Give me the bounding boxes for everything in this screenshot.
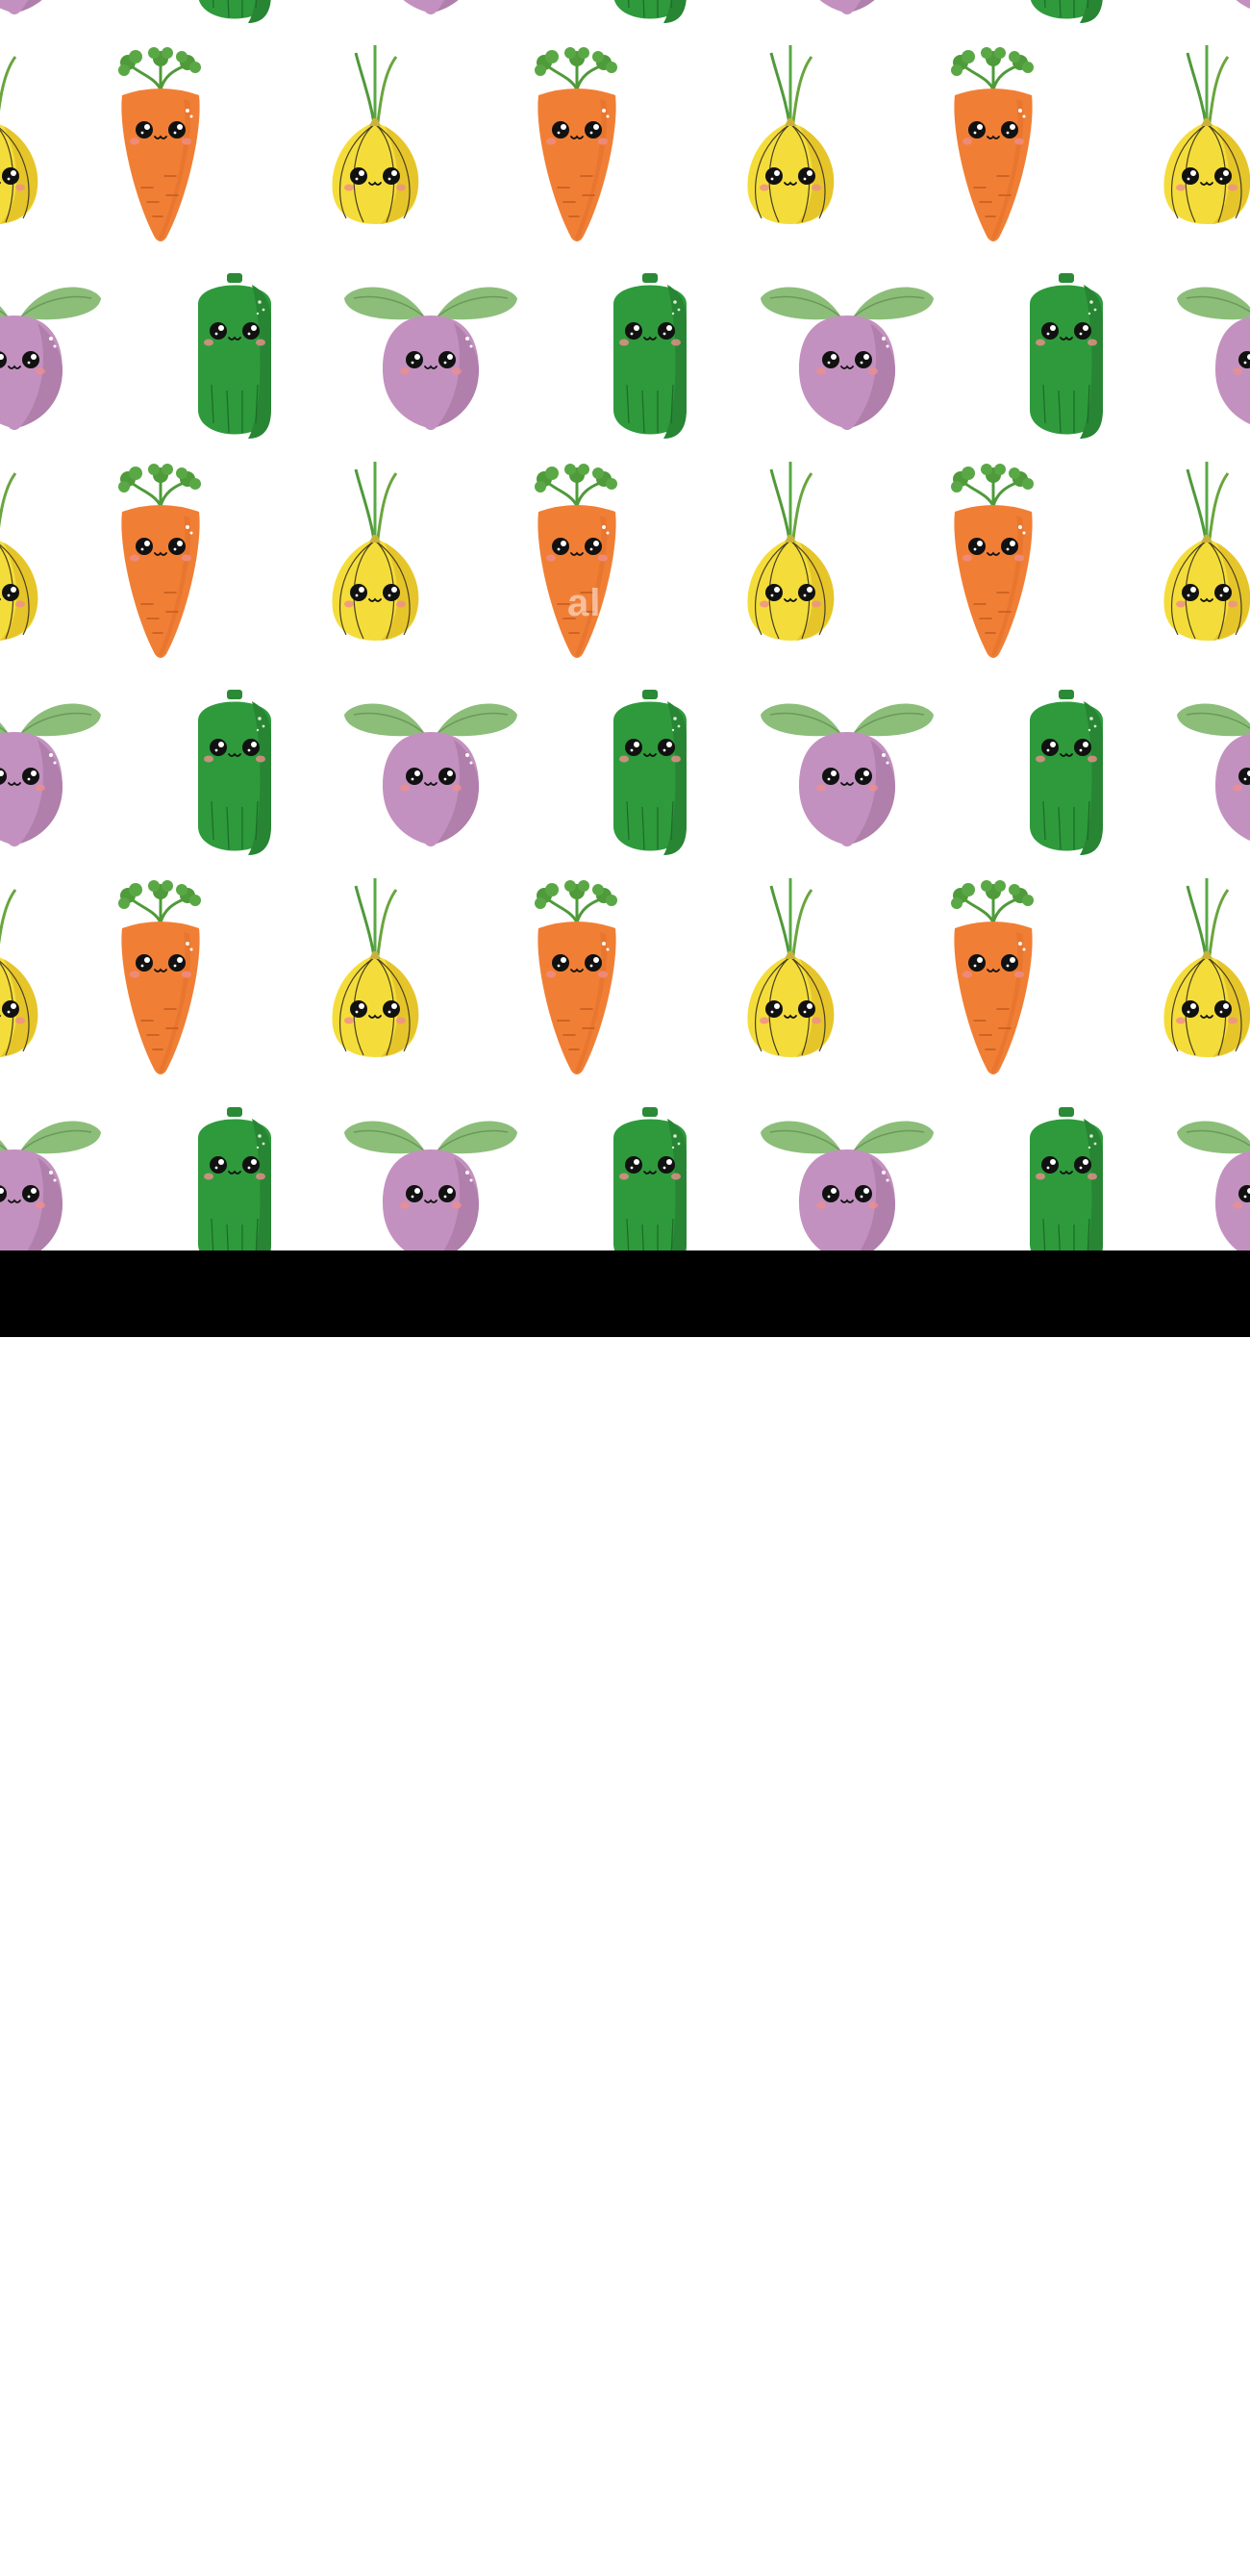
onion-character — [1163, 878, 1250, 1057]
cucumber-character — [198, 1107, 271, 1250]
onion-character — [747, 878, 834, 1057]
cucumber-character — [1030, 0, 1103, 23]
carrot-character — [535, 47, 617, 241]
onion-character — [747, 45, 834, 224]
site-url-link[interactable]: www.alamy.com — [1066, 2546, 1229, 2570]
carrot-character — [118, 880, 201, 1074]
cucumber-character — [613, 273, 687, 439]
cucumber-character — [198, 273, 271, 439]
onion-character — [0, 878, 38, 1057]
beet-character — [761, 288, 934, 430]
carrot-character — [118, 47, 201, 241]
logo-text: alamy — [19, 2517, 148, 2571]
pattern-canvas — [0, 0, 1250, 1250]
carrot-character — [951, 47, 1034, 241]
stock-footer-bar: alamy Image ID: 3A77R8P www.alamy.com — [0, 1250, 1250, 2571]
carrot-character — [535, 880, 617, 1074]
beet-character — [1177, 288, 1250, 430]
beet-character — [761, 704, 934, 846]
beet-character — [0, 0, 101, 14]
beet-character — [1177, 1122, 1250, 1250]
beet-character — [0, 704, 101, 846]
carrot-character — [118, 464, 201, 658]
beet-character — [761, 1122, 934, 1250]
carrot-character — [951, 880, 1034, 1074]
image-id-text: Image ID: 3A77R8P — [1066, 2523, 1229, 2543]
beet-character — [1177, 704, 1250, 846]
onion-character — [332, 462, 418, 641]
vegetable-pattern: alamy — [0, 0, 1250, 1250]
beet-character — [344, 704, 517, 846]
onion-character — [332, 878, 418, 1057]
onion-character — [0, 45, 38, 224]
cucumber-character — [198, 0, 271, 23]
beet-character — [761, 0, 934, 14]
carrot-character — [951, 464, 1034, 658]
onion-character — [0, 462, 38, 641]
cucumber-character — [198, 690, 271, 855]
cucumber-character — [1030, 1107, 1103, 1250]
beet-character — [344, 1122, 517, 1250]
onion-character — [747, 462, 834, 641]
onion-character — [1163, 462, 1250, 641]
onion-character — [1163, 45, 1250, 224]
onion-character — [332, 45, 418, 224]
beet-character — [1177, 0, 1250, 14]
beet-character — [0, 1122, 101, 1250]
cucumber-character — [1030, 690, 1103, 855]
beet-character — [0, 288, 101, 430]
beet-character — [344, 288, 517, 430]
carrot-character — [535, 464, 617, 658]
cucumber-character — [613, 1107, 687, 1250]
beet-character — [344, 0, 517, 14]
cucumber-character — [613, 0, 687, 23]
footer-meta: Image ID: 3A77R8P www.alamy.com — [1066, 2522, 1229, 2569]
cucumber-character — [613, 690, 687, 855]
alamy-logo[interactable]: alamy — [19, 2513, 148, 2576]
cucumber-character — [1030, 273, 1103, 439]
